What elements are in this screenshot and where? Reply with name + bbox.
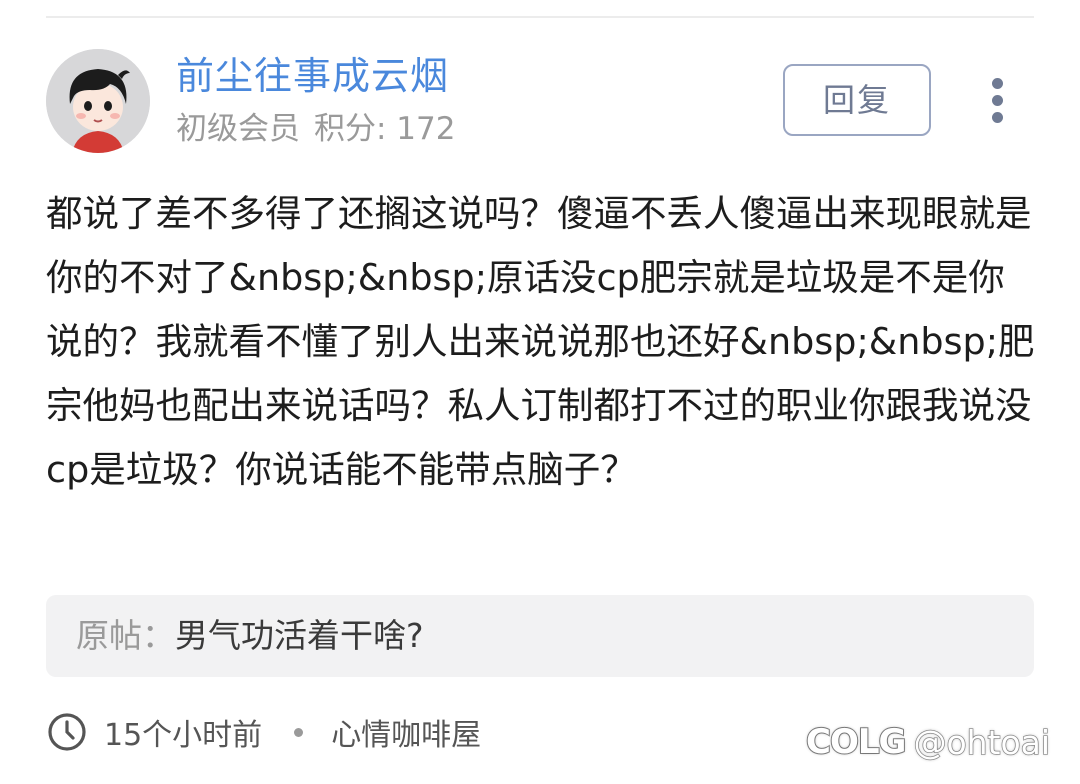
more-vertical-icon[interactable] (980, 78, 1016, 124)
reply-button[interactable]: 回复 (783, 64, 931, 136)
post-footer: 15个小时前 心情咖啡屋 (46, 708, 481, 756)
watermark: COLG @ohtoai (805, 716, 1051, 768)
watermark-logo: COLG (805, 721, 907, 763)
quote-title[interactable]: 男气功活着干啥? (175, 616, 424, 655)
author-meta: 初级会员 积分: 172 (176, 108, 455, 150)
post-time: 15个小时前 (104, 718, 263, 753)
clock-icon (48, 713, 86, 751)
quote-label: 原帖： (76, 616, 175, 655)
points: 积分: 172 (314, 111, 456, 147)
author-name[interactable]: 前尘往事成云烟 (176, 52, 449, 100)
separator-dot (294, 727, 304, 737)
avatar[interactable] (46, 49, 150, 153)
post-content: 都说了差不多得了还搁这说吗？傻逼不丢人傻逼出来现眼就是你的不对了&nbsp;&n… (46, 192, 1035, 491)
board-name[interactable]: 心情咖啡屋 (331, 710, 481, 754)
member-level: 初级会员 (176, 111, 300, 147)
original-post-quote[interactable]: 原帖：男气功活着干啥? (46, 595, 1034, 677)
top-divider (46, 16, 1034, 18)
watermark-handle: @ohtoai (913, 722, 1051, 763)
